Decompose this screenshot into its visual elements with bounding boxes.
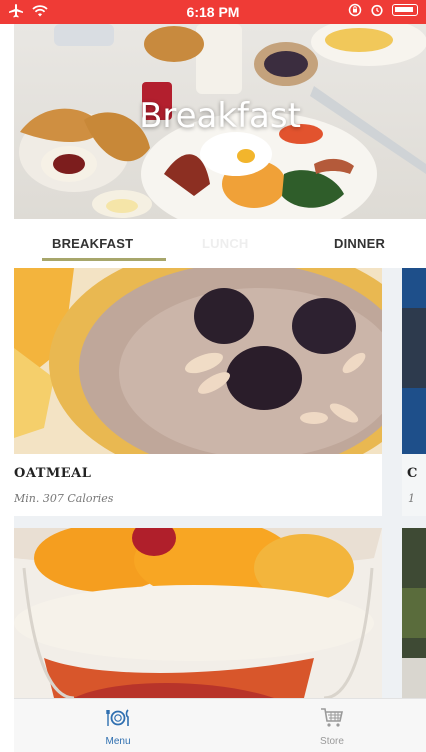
status-bar: 6:18 PM [0, 0, 426, 24]
nav-menu-label: Menu [105, 736, 131, 747]
menu-card-list[interactable]: OATMEAL Min. 307 Calories C 1 [14, 268, 426, 698]
parfait-image [14, 528, 382, 698]
orientation-lock-icon [348, 3, 362, 17]
nav-store[interactable]: Store [292, 707, 372, 747]
menu-card-parfait[interactable] [14, 528, 382, 698]
hero-banner: Breakfast [14, 24, 426, 219]
menu-card-next-peek-2[interactable] [402, 528, 426, 698]
shopping-cart-icon [321, 708, 343, 727]
nav-menu[interactable]: Menu [78, 707, 158, 747]
status-bar-right [348, 3, 418, 17]
next-card-calories: 1 [408, 492, 415, 505]
oatmeal-image [14, 268, 382, 454]
menu-card-next-peek[interactable]: C 1 [402, 268, 426, 516]
tab-breakfast[interactable]: BREAKFAST [52, 236, 133, 251]
tab-lunch[interactable]: LUNCH [202, 236, 249, 251]
alarm-icon [371, 4, 383, 17]
next-card-title: C [407, 466, 418, 481]
next-card-image-2 [402, 528, 426, 698]
plate-cutlery-icon [106, 709, 129, 726]
battery-icon [392, 4, 418, 16]
nav-store-label: Store [320, 736, 344, 747]
tab-dinner[interactable]: DINNER [334, 236, 385, 251]
meal-tabs: BREAKFAST LUNCH DINNER [14, 228, 426, 264]
hero-title: Breakfast [139, 96, 301, 136]
menu-card-oatmeal[interactable]: OATMEAL Min. 307 Calories [14, 268, 382, 516]
next-card-image [402, 268, 426, 454]
card-title: OATMEAL [14, 466, 92, 481]
card-calories: Min. 307 Calories [14, 492, 114, 505]
bottom-tab-bar: Menu Store [14, 698, 426, 752]
active-tab-indicator [42, 258, 166, 261]
